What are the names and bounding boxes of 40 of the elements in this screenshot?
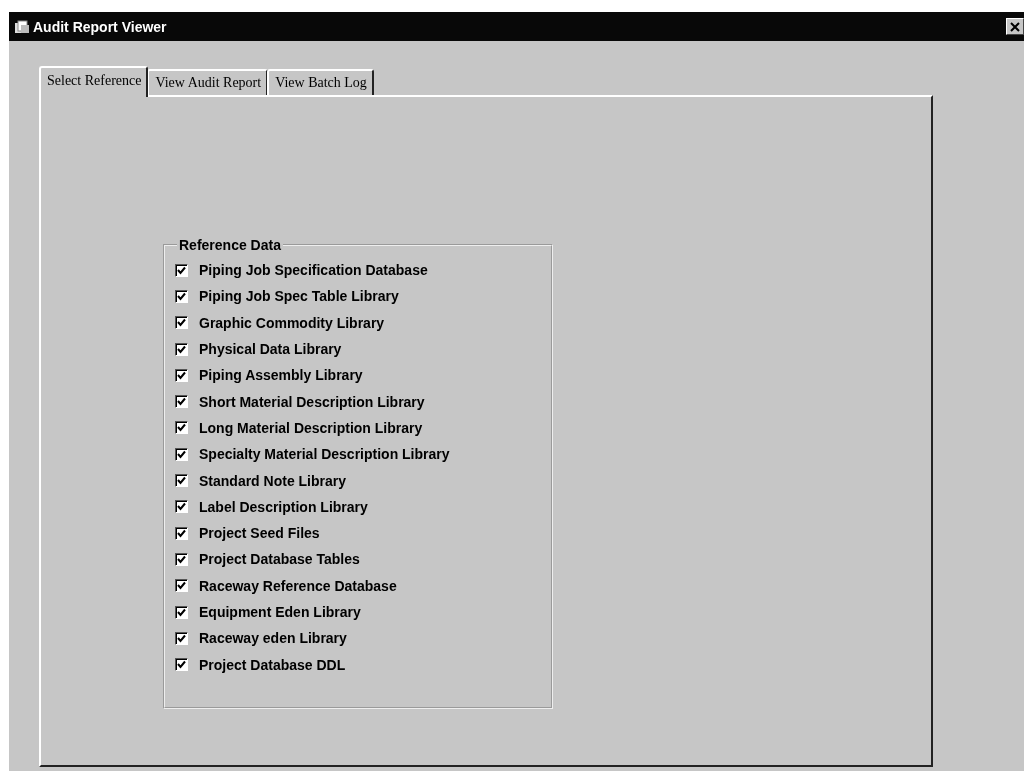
checkbox[interactable] bbox=[175, 368, 188, 382]
checkbox[interactable] bbox=[175, 395, 188, 409]
checkbox[interactable] bbox=[175, 474, 188, 487]
checkbox-label: Raceway eden Library bbox=[199, 630, 347, 647]
checkbox-label: Physical Data Library bbox=[199, 341, 342, 358]
checkbox[interactable] bbox=[175, 526, 188, 540]
checkbox-label: Piping Job Specification Database bbox=[199, 262, 428, 279]
checkbox[interactable] bbox=[175, 631, 188, 645]
window-title: Audit Report Viewer bbox=[33, 18, 167, 35]
checkbox[interactable] bbox=[175, 552, 188, 566]
checkbox-label: Project Seed Files bbox=[199, 525, 320, 542]
checkbox-label: Standard Note Library bbox=[199, 472, 347, 489]
checkbox-label: Label Description Library bbox=[199, 498, 368, 515]
app-icon bbox=[14, 19, 30, 34]
tab[interactable]: Select Reference bbox=[39, 66, 149, 97]
checkbox[interactable] bbox=[175, 447, 188, 461]
checkbox[interactable] bbox=[175, 421, 188, 435]
checkbox[interactable] bbox=[175, 289, 188, 303]
close-icon bbox=[1010, 21, 1020, 32]
checkbox-label: Graphic Commodity Library bbox=[199, 314, 385, 331]
checkbox[interactable] bbox=[175, 579, 188, 593]
tab[interactable]: View Batch Log bbox=[267, 69, 374, 95]
checkbox[interactable] bbox=[175, 605, 188, 619]
checkbox[interactable] bbox=[175, 263, 188, 277]
checkbox-label: Long Material Description Library bbox=[199, 419, 423, 436]
checkbox[interactable] bbox=[175, 500, 188, 514]
checkbox-label: Equipment Eden Library bbox=[199, 604, 361, 620]
checkbox[interactable] bbox=[175, 658, 188, 672]
checkbox-label: Project Database DDL bbox=[199, 656, 346, 673]
checkbox[interactable] bbox=[175, 342, 188, 356]
close-button[interactable] bbox=[1006, 18, 1024, 35]
tab[interactable]: View Audit Report bbox=[147, 69, 269, 95]
checkbox-label: Raceway Reference Database bbox=[199, 577, 397, 594]
checkbox-label: Piping Job Spec Table Library bbox=[199, 288, 399, 305]
checkbox-label: Short Material Description Library bbox=[199, 393, 425, 410]
checkbox-label: Piping Assembly Library bbox=[199, 367, 363, 384]
checkbox[interactable] bbox=[175, 316, 188, 330]
checkbox-label: Specialty Material Description Library bbox=[199, 446, 450, 463]
checkbox-label: Project Database Tables bbox=[199, 551, 360, 568]
group-title: Reference Data bbox=[178, 237, 282, 253]
